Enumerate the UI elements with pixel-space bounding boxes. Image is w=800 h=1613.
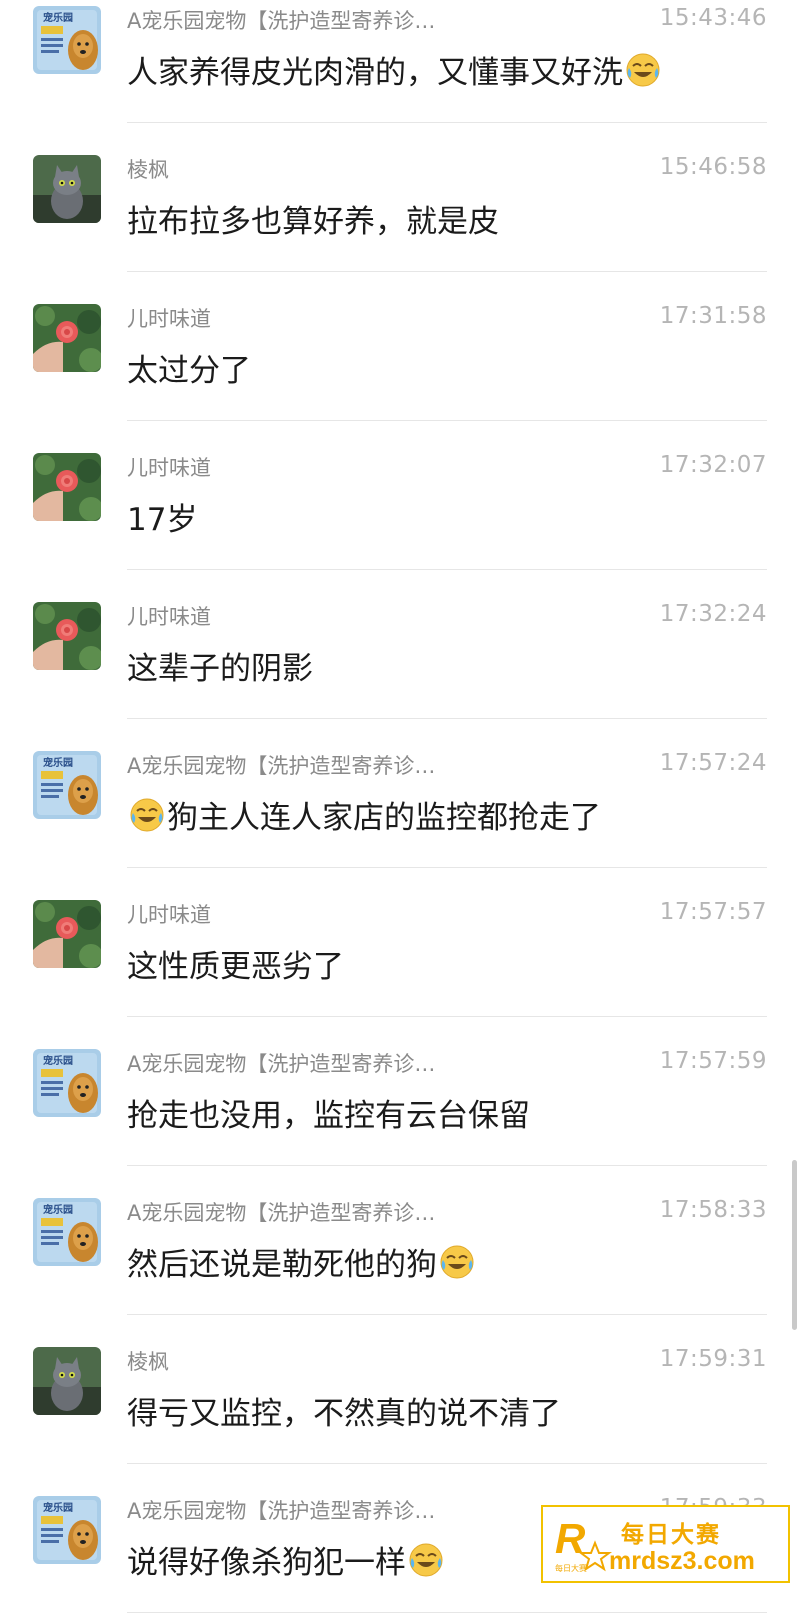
message-text-content: 抢走也没用，监控有云台保留 (127, 1098, 530, 1134)
watermark: R 每日大赛 每日大赛 mrdsz3.com (541, 1505, 790, 1583)
sender-name: 儿时味道 (127, 456, 211, 480)
message-text-content: 然后还说是勒死他的狗 (127, 1247, 437, 1283)
message-text: 狗主人连人家店的监控都抢走了 (127, 792, 601, 837)
cat-avatar[interactable] (33, 1347, 101, 1415)
sender-name: 儿时味道 (127, 903, 211, 927)
scrollbar[interactable] (792, 1160, 797, 1330)
pet-shop-sign-text: 宠乐园 (43, 1203, 73, 1216)
pet-shop-avatar[interactable]: 宠乐园 (33, 6, 101, 74)
sender-name: 棱枫 (127, 1350, 169, 1374)
chat-message[interactable]: 宠乐园 A宠乐园宠物【洗护造型寄养诊… 15:43:46 人家养得皮光肉滑的，又懂事又… (0, 0, 800, 123)
message-text: 人家养得皮光肉滑的，又懂事又好洗 (127, 47, 663, 92)
message-time: 17:58:33 (659, 1197, 767, 1223)
message-time: 15:43:46 (659, 5, 767, 31)
sender-name: 棱枫 (127, 158, 169, 182)
laughing-crying-emoji (409, 1543, 443, 1576)
pet-shop-sign-text: 宠乐园 (43, 1054, 73, 1067)
message-text-content: 狗主人连人家店的监控都抢走了 (167, 800, 601, 836)
sender-name: A宠乐园宠物【洗护造型寄养诊… (127, 1201, 436, 1225)
watermark-logo-icon: R 每日大赛 (555, 1515, 612, 1573)
pet-shop-avatar[interactable]: 宠乐园 (33, 1496, 101, 1564)
message-text-content: 人家养得皮光肉滑的，又懂事又好洗 (127, 55, 623, 91)
flower-avatar[interactable] (33, 453, 101, 521)
pet-shop-avatar[interactable]: 宠乐园 (33, 1049, 101, 1117)
message-text: 然后还说是勒死他的狗 (127, 1239, 477, 1284)
message-text: 抢走也没用，监控有云台保留 (127, 1090, 530, 1135)
sender-name: 儿时味道 (127, 605, 211, 629)
message-text-content: 得亏又监控，不然真的说不清了 (127, 1396, 561, 1432)
pet-shop-avatar[interactable]: 宠乐园 (33, 1198, 101, 1266)
message-text: 这性质更恶劣了 (127, 941, 344, 986)
chat-message[interactable]: 棱枫 15:46:58 拉布拉多也算好养，就是皮 (0, 122, 800, 272)
chat-message[interactable]: 宠乐园 A宠乐园宠物【洗护造型寄养诊… 17:57:24 狗主人连人家店的监控都抢走了 (0, 718, 800, 868)
cat-avatar[interactable] (33, 155, 101, 223)
laughing-crying-emoji (440, 1245, 474, 1278)
pet-shop-sign-text: 宠乐园 (43, 756, 73, 769)
message-time: 17:57:24 (659, 750, 767, 776)
message-time: 17:32:24 (659, 601, 767, 627)
message-time: 17:57:57 (659, 899, 767, 925)
sender-name: A宠乐园宠物【洗护造型寄养诊… (127, 1499, 436, 1523)
message-text: 拉布拉多也算好养，就是皮 (127, 196, 499, 241)
message-text: 得亏又监控，不然真的说不清了 (127, 1388, 561, 1433)
watermark-url: mrdsz3.com (609, 1547, 755, 1575)
message-time: 17:57:59 (659, 1048, 767, 1074)
chat-message[interactable]: 儿时味道 17:57:57 这性质更恶劣了 (0, 867, 800, 1017)
message-text: 17岁 (127, 494, 197, 539)
sender-name: A宠乐园宠物【洗护造型寄养诊… (127, 1052, 436, 1076)
message-time: 17:59:31 (659, 1346, 767, 1372)
sender-name: 儿时味道 (127, 307, 211, 331)
message-text: 说得好像杀狗犯一样 (127, 1537, 446, 1582)
message-text: 这辈子的阴影 (127, 643, 313, 688)
message-text-content: 17岁 (127, 502, 198, 538)
message-text-content: 太过分了 (127, 353, 251, 389)
laughing-crying-emoji (130, 798, 164, 831)
message-text-content: 说得好像杀狗犯一样 (127, 1545, 406, 1581)
chat-message-list[interactable]: 宠乐园 A宠乐园宠物【洗护造型寄养诊… 15:43:46 人家养得皮光肉滑的，又懂事又… (0, 0, 800, 1613)
sender-name: A宠乐园宠物【洗护造型寄养诊… (127, 754, 436, 778)
message-text-content: 这性质更恶劣了 (127, 949, 344, 985)
flower-avatar[interactable] (33, 602, 101, 670)
sender-name: A宠乐园宠物【洗护造型寄养诊… (127, 9, 436, 33)
chat-message[interactable]: 儿时味道 17:32:24 这辈子的阴影 (0, 569, 800, 719)
flower-avatar[interactable] (33, 900, 101, 968)
pet-shop-avatar[interactable]: 宠乐园 (33, 751, 101, 819)
flower-avatar[interactable] (33, 304, 101, 372)
chat-message[interactable]: 儿时味道 17:31:58 太过分了 (0, 271, 800, 421)
message-time: 17:31:58 (659, 303, 767, 329)
chat-message[interactable]: 宠乐园 A宠乐园宠物【洗护造型寄养诊… 17:58:33 然后还说是勒死他的狗 (0, 1165, 800, 1315)
message-text-content: 这辈子的阴影 (127, 651, 313, 687)
watermark-logo-caption: 每日大赛 (555, 1563, 587, 1573)
watermark-title: 每日大赛 (621, 1522, 721, 1548)
chat-message[interactable]: 儿时味道 17:32:07 17岁 (0, 420, 800, 570)
pet-shop-sign-text: 宠乐园 (43, 1501, 73, 1514)
message-time: 15:46:58 (659, 154, 767, 180)
laughing-crying-emoji (626, 53, 660, 86)
message-text: 太过分了 (127, 345, 251, 390)
message-text-content: 拉布拉多也算好养，就是皮 (127, 204, 499, 240)
chat-message[interactable]: 棱枫 17:59:31 得亏又监控，不然真的说不清了 (0, 1314, 800, 1464)
watermark-logo-letter: R (555, 1515, 586, 1562)
chat-message[interactable]: 宠乐园 A宠乐园宠物【洗护造型寄养诊… 17:57:59 抢走也没用，监控有云台保留 (0, 1016, 800, 1166)
message-time: 17:32:07 (659, 452, 767, 478)
pet-shop-sign-text: 宠乐园 (43, 11, 73, 24)
